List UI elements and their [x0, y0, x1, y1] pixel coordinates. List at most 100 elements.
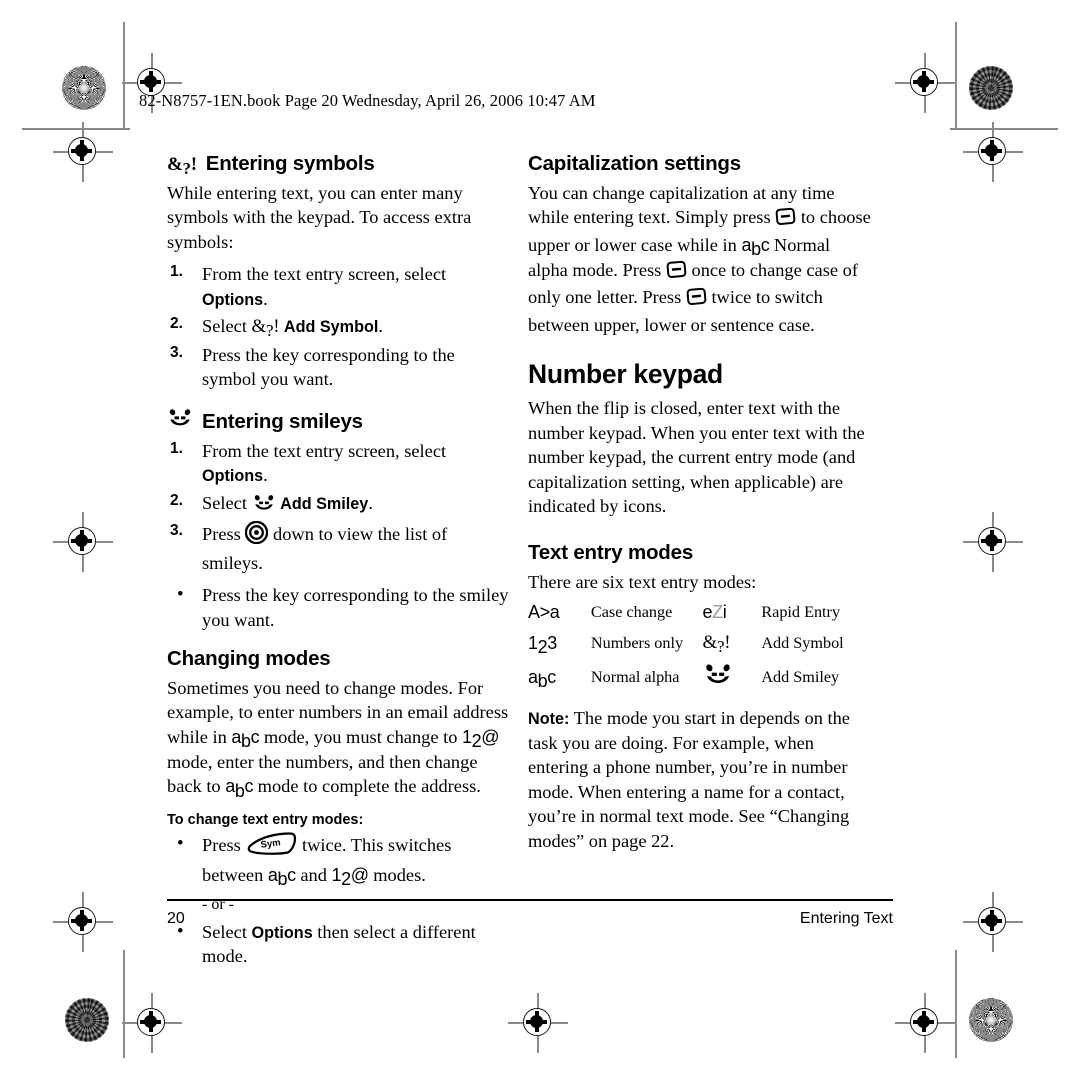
- document-page: 82-N8757-1EN.book Page 20 Wednesday, Apr…: [0, 0, 1080, 1080]
- table-row: abc Normal alpha Add Smiley: [528, 659, 873, 696]
- step-text: Select: [202, 492, 252, 513]
- change-modes-bullets: • Press Sym twice. This switches between …: [167, 832, 512, 890]
- heading-entering-symbols: &?! Entering symbols: [167, 152, 512, 178]
- mode-label: Add Symbol: [761, 633, 844, 652]
- mode-label: Add Smiley: [761, 667, 840, 686]
- table-row: A>a Case change eZi Rapid Entry: [528, 598, 873, 628]
- step-text-post: .: [263, 465, 268, 486]
- case-change-icon-cell: A>a: [528, 598, 591, 628]
- smiley-mode-icon: [252, 494, 276, 518]
- step-text: From the text entry screen, select: [202, 264, 447, 285]
- list-item: 1. From the text entry screen, select Opt…: [167, 262, 512, 311]
- list-item: 3. Press down to view the list of smileys…: [167, 520, 512, 575]
- symbol-mode-icon: &?!: [702, 632, 731, 657]
- entering-symbols-intro: While entering text, you can enter many …: [167, 183, 472, 252]
- bullet-text-and: and: [295, 864, 332, 885]
- mode-label: Rapid Entry: [761, 603, 841, 622]
- symbol-mode-icon-cell: &?!: [703, 628, 762, 659]
- step-number: 1.: [170, 439, 183, 457]
- normal-alpha-icon: abc: [528, 666, 556, 692]
- step-text-post: .: [263, 288, 268, 309]
- normal-alpha-icon: abc: [231, 726, 260, 752]
- list-item: 1. From the text entry screen, select Opt…: [167, 439, 512, 488]
- rapid-entry-icon-cell: eZi: [703, 598, 762, 628]
- step-text-post: .: [378, 316, 383, 337]
- normal-alpha-icon: abc: [225, 776, 254, 801]
- step-text: Press: [202, 524, 246, 545]
- text-entry-modes-table: A>a Case change eZi Rapid Entry 123 Numb…: [528, 598, 873, 696]
- numbers-only-icon-cell: 123: [528, 628, 591, 659]
- step-number: 2.: [170, 491, 183, 509]
- rapid-entry-icon: eZi: [702, 602, 727, 623]
- normal-alpha-icon-cell: abc: [528, 659, 591, 696]
- changing-modes-paragraph: Sometimes you need to change modes. For …: [167, 676, 512, 801]
- numbers-at-icon: 12@: [331, 864, 369, 890]
- bullet-text-pre: Press: [202, 835, 246, 856]
- changing-modes-text-2: mode, you must change to: [259, 726, 462, 747]
- heading-number-keypad: Number keypad: [528, 359, 723, 390]
- shift-key-icon: [686, 287, 707, 312]
- subheading-to-change-text-entry-modes: To change text entry modes:: [167, 812, 364, 829]
- number-keypad-paragraph: When the flip is closed, enter text with…: [528, 398, 865, 517]
- case-change-icon: A>a: [528, 602, 560, 623]
- note-text: The mode you start in depends on the tas…: [528, 708, 850, 851]
- normal-alpha-icon: abc: [267, 864, 296, 890]
- navigation-key-icon: [245, 520, 269, 550]
- capitalization-paragraph: You can change capitalization at any tim…: [528, 181, 873, 337]
- heading-entering-smileys: Entering smileys: [167, 408, 512, 434]
- smiley-mode-icon: [167, 408, 193, 434]
- step-number: 1.: [170, 263, 183, 281]
- step-number: 3.: [170, 343, 183, 361]
- text-entry-modes-intro: There are six text entry modes:: [528, 571, 757, 592]
- numbers-only-icon: 123: [528, 632, 557, 658]
- step-text: From the text entry screen, select: [202, 440, 447, 461]
- mode-label: Case change: [590, 603, 673, 622]
- heading-capitalization-settings: Capitalization settings: [528, 152, 741, 175]
- sym-key-icon: Sym: [245, 832, 297, 862]
- list-item: 2. Select &?! Add Symbol.: [167, 314, 512, 341]
- table-row: 123 Numbers only &?! Add Symbol: [528, 628, 873, 659]
- symbol-mode-icon: &?!: [251, 316, 280, 341]
- ui-label-add-smiley: Add Smiley: [280, 494, 369, 513]
- list-item: • Press the key corresponding to the smil…: [167, 583, 512, 632]
- ui-label-add-symbol: Add Symbol: [283, 318, 379, 337]
- bullet-glyph: •: [177, 833, 184, 855]
- bullet-text: Press the key corresponding to the smile…: [202, 585, 509, 630]
- bullet-text-end: modes.: [368, 864, 426, 885]
- entering-smileys-bullets: • Press the key corresponding to the smil…: [167, 583, 512, 632]
- heading-entering-symbols-label: Entering symbols: [205, 152, 375, 175]
- mode-label: Normal alpha: [590, 667, 680, 686]
- shift-key-icon: [666, 260, 687, 285]
- heading-changing-modes: Changing modes: [167, 646, 331, 670]
- entering-symbols-steps: 1. From the text entry screen, select Opt…: [167, 262, 512, 391]
- numbers-at-icon: 12@: [462, 726, 500, 752]
- list-item: 3. Press the key corresponding to the sym…: [167, 343, 512, 392]
- smiley-mode-icon-cell: [703, 659, 762, 696]
- entering-smileys-steps: 1. From the text entry screen, select Opt…: [167, 439, 512, 575]
- smiley-mode-icon: [703, 663, 733, 691]
- left-column: &?! Entering symbols While entering text…: [167, 152, 512, 977]
- bullet-glyph: •: [177, 584, 184, 606]
- ui-label-options: Options: [202, 467, 264, 486]
- list-item: 2. Select Add Smiley.: [167, 491, 512, 518]
- step-text-post: .: [368, 492, 373, 513]
- note-label: Note:: [528, 710, 570, 729]
- heading-entering-smileys-label: Entering smileys: [202, 409, 363, 433]
- ui-label-options: Options: [202, 290, 264, 309]
- step-number: 2.: [170, 315, 183, 333]
- file-header-line: 82-N8757-1EN.book Page 20 Wednesday, Apr…: [139, 91, 596, 110]
- symbol-mode-icon: &?!: [167, 154, 197, 178]
- step-text: Select: [202, 316, 252, 337]
- right-column: Capitalization settings You can change c…: [528, 152, 873, 861]
- footer-divider: [167, 899, 893, 901]
- heading-text-entry-modes: Text entry modes: [528, 540, 694, 564]
- step-number: 3.: [170, 522, 183, 540]
- changing-modes-text-4: mode to complete the address.: [253, 776, 481, 797]
- mode-label: Numbers only: [590, 633, 684, 652]
- note-paragraph: Note: The mode you start in depends on t…: [528, 706, 873, 853]
- footer-section-title: Entering Text: [799, 910, 893, 927]
- normal-alpha-icon: abc: [741, 234, 770, 260]
- list-item: • Press Sym twice. This switches between …: [167, 832, 512, 890]
- step-text: Press the key corresponding to the symbo…: [202, 344, 455, 390]
- shift-key-icon: [775, 207, 796, 232]
